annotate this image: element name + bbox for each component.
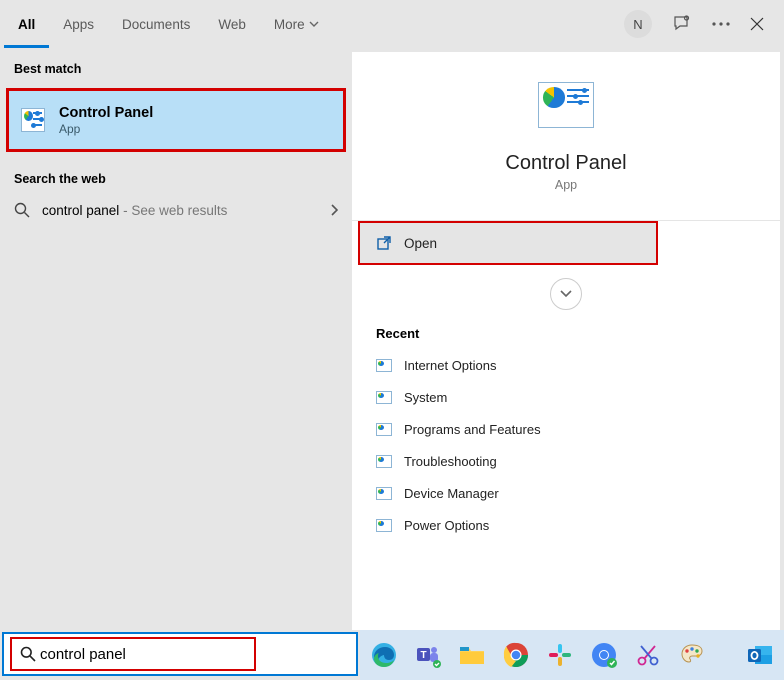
tab-more-label: More bbox=[274, 17, 305, 32]
tab-more[interactable]: More bbox=[260, 0, 333, 48]
best-match-title: Control Panel bbox=[59, 105, 153, 121]
best-match-heading: Best match bbox=[0, 48, 352, 82]
search-box[interactable] bbox=[2, 632, 358, 676]
taskbar-chrome-icon[interactable] bbox=[500, 639, 532, 671]
svg-text:T: T bbox=[420, 650, 426, 661]
open-label: Open bbox=[404, 236, 437, 251]
chevron-right-icon bbox=[330, 204, 338, 216]
taskbar: T bbox=[360, 630, 784, 680]
taskbar-chrome-alt-icon[interactable] bbox=[588, 639, 620, 671]
chevron-down-icon bbox=[560, 290, 572, 298]
open-button[interactable]: Open bbox=[358, 221, 658, 265]
control-panel-icon bbox=[376, 455, 392, 468]
web-result-text: control panel - See web results bbox=[42, 203, 227, 218]
tab-web[interactable]: Web bbox=[204, 0, 260, 48]
search-icon bbox=[14, 202, 30, 218]
expand-button[interactable] bbox=[550, 278, 582, 310]
recent-item[interactable]: Internet Options bbox=[376, 349, 780, 381]
best-match-subtitle: App bbox=[59, 122, 153, 136]
taskbar-paint-icon[interactable] bbox=[676, 639, 708, 671]
control-panel-icon bbox=[21, 108, 45, 132]
recent-item[interactable]: System bbox=[376, 381, 780, 413]
taskbar-edge-icon[interactable] bbox=[368, 639, 400, 671]
control-panel-icon bbox=[376, 391, 392, 404]
control-panel-icon bbox=[376, 359, 392, 372]
recent-item[interactable]: Device Manager bbox=[376, 477, 780, 509]
recent-item[interactable]: Troubleshooting bbox=[376, 445, 780, 477]
recent-item-label: Power Options bbox=[404, 518, 489, 533]
search-icon bbox=[20, 646, 36, 662]
close-icon[interactable] bbox=[750, 17, 764, 31]
best-match-result[interactable]: Control Panel App bbox=[6, 88, 346, 152]
preview-title: Control Panel bbox=[505, 152, 626, 175]
recent-item-label: Device Manager bbox=[404, 486, 499, 501]
taskbar-snip-icon[interactable] bbox=[632, 639, 664, 671]
search-web-heading: Search the web bbox=[0, 158, 352, 192]
taskbar-file-explorer-icon[interactable] bbox=[456, 639, 488, 671]
search-input[interactable] bbox=[40, 646, 248, 663]
feedback-icon[interactable] bbox=[672, 14, 692, 34]
control-panel-icon bbox=[376, 423, 392, 436]
preview-pane: Control Panel App Open Recent Internet O… bbox=[352, 52, 780, 630]
recent-item[interactable]: Power Options bbox=[376, 509, 780, 541]
control-panel-icon bbox=[538, 82, 594, 128]
taskbar-teams-icon[interactable]: T bbox=[412, 639, 444, 671]
open-icon bbox=[376, 235, 392, 251]
recent-list: Internet Options System Programs and Fea… bbox=[352, 349, 780, 541]
preview-subtitle: App bbox=[555, 178, 577, 192]
recent-item-label: Troubleshooting bbox=[404, 454, 497, 469]
taskbar-slack-icon[interactable] bbox=[544, 639, 576, 671]
recent-item-label: System bbox=[404, 390, 447, 405]
taskbar-outlook-icon[interactable] bbox=[744, 639, 776, 671]
web-result-query: control panel bbox=[42, 203, 119, 218]
control-panel-icon bbox=[376, 487, 392, 500]
tab-all[interactable]: All bbox=[4, 0, 49, 48]
control-panel-icon bbox=[376, 519, 392, 532]
recent-item[interactable]: Programs and Features bbox=[376, 413, 780, 445]
results-pane: Best match Control Panel App Search the … bbox=[0, 48, 352, 630]
web-result-row[interactable]: control panel - See web results bbox=[0, 192, 352, 228]
chevron-down-icon bbox=[309, 21, 319, 27]
tab-apps[interactable]: Apps bbox=[49, 0, 108, 48]
recent-item-label: Programs and Features bbox=[404, 422, 541, 437]
search-tabs: All Apps Documents Web More N bbox=[0, 0, 784, 48]
recent-item-label: Internet Options bbox=[404, 358, 497, 373]
tab-documents[interactable]: Documents bbox=[108, 0, 204, 48]
more-options-icon[interactable] bbox=[712, 22, 730, 26]
web-result-suffix: See web results bbox=[131, 203, 227, 218]
user-avatar[interactable]: N bbox=[624, 10, 652, 38]
recent-heading: Recent bbox=[352, 310, 780, 349]
